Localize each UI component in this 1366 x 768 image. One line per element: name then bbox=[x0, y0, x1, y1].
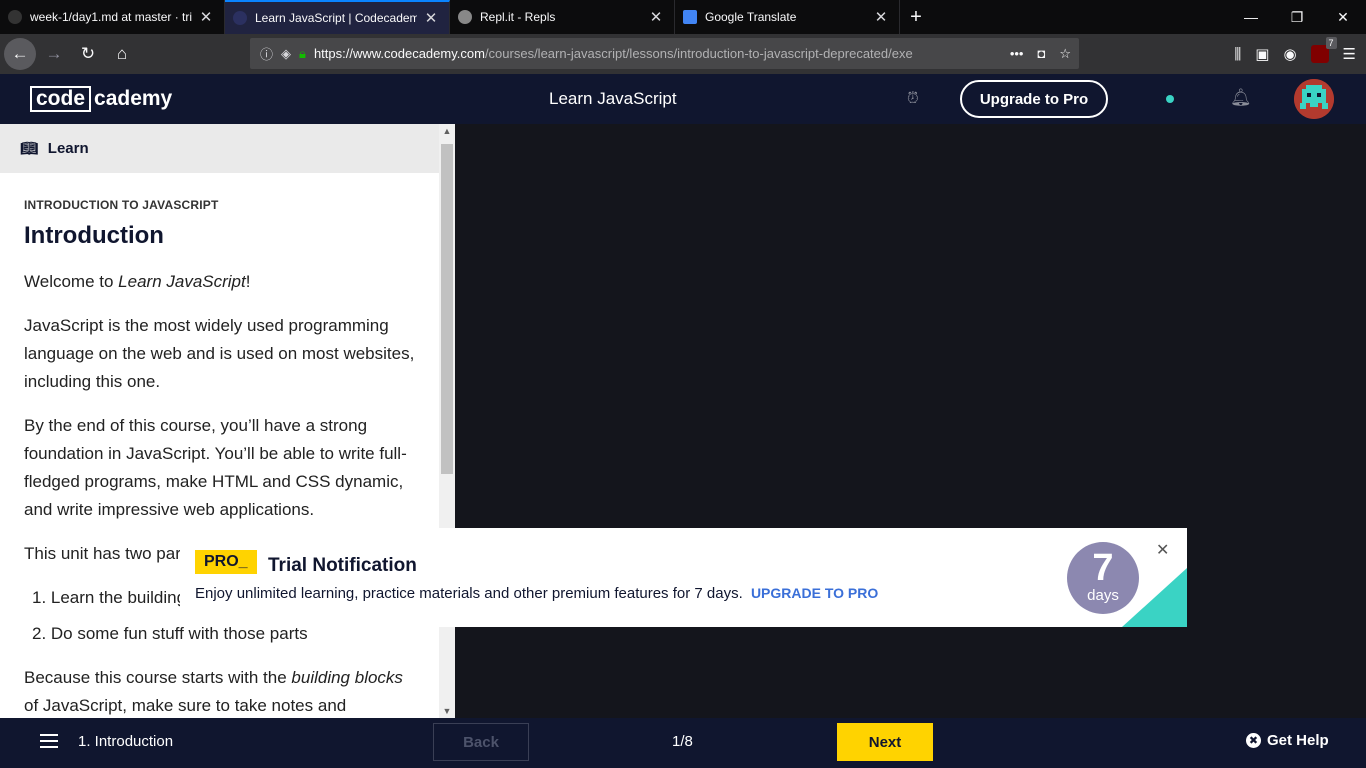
paragraph-4: Because this course starts with the buil… bbox=[24, 664, 416, 718]
paragraph-2: By the end of this course, you’ll have a… bbox=[24, 416, 407, 519]
scroll-thumb[interactable] bbox=[441, 144, 453, 474]
get-help-label: Get Help bbox=[1267, 732, 1329, 749]
page-actions: ••• ◘ ☆ bbox=[1010, 46, 1079, 62]
replit-favicon-icon bbox=[458, 10, 472, 24]
more-actions-icon[interactable]: ••• bbox=[1010, 46, 1024, 62]
trial-notification: PRO_ Trial Notification Enjoy unlimited … bbox=[180, 528, 1187, 627]
upgrade-link[interactable]: UPGRADE TO PRO bbox=[751, 585, 878, 601]
back-button[interactable]: Back bbox=[433, 723, 529, 761]
browser-nav-bar: ← → ↻ ⌂ ⓘ ◈ 🔒︎ https://www.codecademy.co… bbox=[0, 34, 1366, 74]
course-title: Learn JavaScript bbox=[549, 89, 677, 108]
avatar[interactable] bbox=[1294, 79, 1334, 119]
browser-tab-github[interactable]: week-1/day1.md at master · tri ✕ bbox=[0, 0, 225, 34]
paragraph-1: JavaScript is the most widely used progr… bbox=[24, 316, 415, 391]
address-bar[interactable]: ⓘ ◈ 🔒︎ https://www.codecademy.com/course… bbox=[250, 38, 1079, 69]
back-arrow-icon[interactable]: ← bbox=[4, 38, 36, 70]
days-remaining-badge: 7 days bbox=[1067, 542, 1139, 614]
upgrade-to-pro-button[interactable]: Upgrade to Pro bbox=[960, 80, 1108, 118]
get-help-button[interactable]: ✖ Get Help bbox=[1246, 732, 1329, 749]
account-icon[interactable]: ◉ bbox=[1283, 45, 1296, 63]
lesson-panel: 📖︎ Learn INTRODUCTION TO JAVASCRIPT Intr… bbox=[0, 124, 455, 718]
welcome-prefix: Welcome to bbox=[24, 272, 119, 291]
close-tab-icon[interactable]: ✕ bbox=[873, 8, 889, 26]
logo-box-text: code bbox=[30, 86, 92, 112]
browser-tab-codecademy[interactable]: Learn JavaScript | Codecademy ✕ bbox=[225, 0, 450, 34]
close-tab-icon[interactable]: ✕ bbox=[648, 8, 664, 26]
codecademy-logo[interactable]: code cademy bbox=[30, 86, 172, 112]
lesson-heading: Introduction bbox=[24, 222, 164, 249]
window-controls: — ❐ ✕ bbox=[1228, 0, 1366, 34]
help-icon: ✖ bbox=[1246, 733, 1261, 748]
close-window-icon[interactable]: ✕ bbox=[1320, 0, 1366, 34]
logo-rest-text: cademy bbox=[94, 87, 173, 110]
home-icon[interactable]: ⌂ bbox=[106, 38, 138, 70]
browser-tab-translate[interactable]: Google Translate ✕ bbox=[675, 0, 900, 34]
status-dot bbox=[1166, 95, 1174, 103]
forward-arrow-icon[interactable]: → bbox=[38, 38, 70, 70]
welcome-paragraph: Welcome to Learn JavaScript! bbox=[24, 268, 416, 296]
panel-scrollbar[interactable]: ▲ ▼ bbox=[439, 124, 455, 718]
restore-icon[interactable]: ❐ bbox=[1274, 0, 1320, 34]
toolbar-icons: ⫼ ▣ ◉ 7 ☰ bbox=[1234, 34, 1356, 74]
sidebar-icon[interactable]: ▣ bbox=[1255, 45, 1269, 63]
p4-prefix: Because this course starts with the bbox=[24, 668, 292, 687]
lesson-name[interactable]: 1. Introduction bbox=[78, 733, 173, 750]
welcome-em: Learn JavaScript bbox=[118, 272, 246, 291]
tab-title: Repl.it - Repls bbox=[480, 10, 556, 24]
url-path: /courses/learn-javascript/lessons/introd… bbox=[484, 46, 913, 61]
tab-learn-label: Learn bbox=[47, 140, 89, 157]
next-button[interactable]: Next bbox=[837, 723, 933, 761]
shield-icon[interactable]: ◈ bbox=[281, 46, 291, 62]
alarm-clock-icon[interactable]: ⏰︎ bbox=[907, 90, 919, 107]
book-icon: 📖︎ bbox=[20, 140, 38, 156]
scroll-down-icon[interactable]: ▼ bbox=[439, 706, 455, 716]
toast-message: Enjoy unlimited learning, practice mater… bbox=[195, 585, 878, 602]
close-tab-icon[interactable]: ✕ bbox=[198, 8, 214, 26]
menu-icon[interactable] bbox=[40, 734, 58, 748]
url-text[interactable]: https://www.codecademy.com/courses/learn… bbox=[314, 46, 1010, 61]
tab-title: week-1/day1.md at master · tri bbox=[30, 10, 192, 24]
github-favicon-icon bbox=[8, 10, 22, 24]
lesson-footer: 1. Introduction Back 1/8 Next ✖ Get Help bbox=[0, 718, 1366, 768]
browser-tab-replit[interactable]: Repl.it - Repls ✕ bbox=[450, 0, 675, 34]
translate-favicon-icon bbox=[683, 10, 697, 24]
tab-title: Learn JavaScript | Codecademy bbox=[255, 11, 417, 25]
library-icon[interactable]: ⫼ bbox=[1234, 46, 1241, 63]
lock-icon[interactable]: 🔒︎ bbox=[299, 46, 306, 62]
avatar-image bbox=[1294, 79, 1334, 119]
editor-area bbox=[455, 124, 1366, 718]
extension-badge: 7 bbox=[1325, 37, 1337, 49]
bookmark-star-icon[interactable]: ☆ bbox=[1059, 46, 1071, 62]
notification-bell-icon[interactable]: 🔔︎ bbox=[1230, 88, 1252, 108]
ublock-extension-icon[interactable]: 7 bbox=[1310, 37, 1337, 63]
tab-title: Google Translate bbox=[705, 10, 797, 24]
new-tab-button[interactable]: + bbox=[900, 0, 932, 34]
days-number: 7 bbox=[1092, 547, 1114, 589]
welcome-suffix: ! bbox=[245, 272, 251, 291]
lesson-eyebrow: INTRODUCTION TO JAVASCRIPT bbox=[24, 198, 219, 212]
pocket-icon[interactable]: ◘ bbox=[1037, 46, 1045, 62]
toast-title: Trial Notification bbox=[268, 555, 417, 576]
close-tab-icon[interactable]: ✕ bbox=[423, 9, 439, 27]
close-icon[interactable]: ✕ bbox=[1156, 540, 1169, 560]
reload-icon[interactable]: ↻ bbox=[72, 38, 104, 70]
days-label: days bbox=[1087, 587, 1119, 604]
codecademy-header: code cademy Learn JavaScript ⏰︎ Upgrade t… bbox=[0, 74, 1366, 124]
info-icon[interactable]: ⓘ bbox=[260, 44, 273, 63]
toast-message-text: Enjoy unlimited learning, practice mater… bbox=[195, 585, 743, 602]
url-protocol-host: https://www.codecademy.com bbox=[313, 46, 485, 61]
browser-tab-strip: week-1/day1.md at master · tri ✕ Learn J… bbox=[0, 0, 1366, 34]
scroll-up-icon[interactable]: ▲ bbox=[439, 126, 455, 136]
page-indicator: 1/8 bbox=[672, 733, 693, 750]
p4-em: building blocks bbox=[291, 668, 403, 687]
codecademy-favicon-icon bbox=[233, 11, 247, 25]
lesson-content: INTRODUCTION TO JAVASCRIPT Introduction … bbox=[24, 198, 416, 718]
p4-suffix: of JavaScript, make sure to take notes a… bbox=[24, 696, 347, 715]
pro-badge: PRO_ bbox=[195, 550, 257, 574]
tab-learn[interactable]: 📖︎ Learn bbox=[0, 124, 455, 173]
hamburger-menu-icon[interactable]: ☰ bbox=[1343, 45, 1356, 63]
minimize-icon[interactable]: — bbox=[1228, 0, 1274, 34]
